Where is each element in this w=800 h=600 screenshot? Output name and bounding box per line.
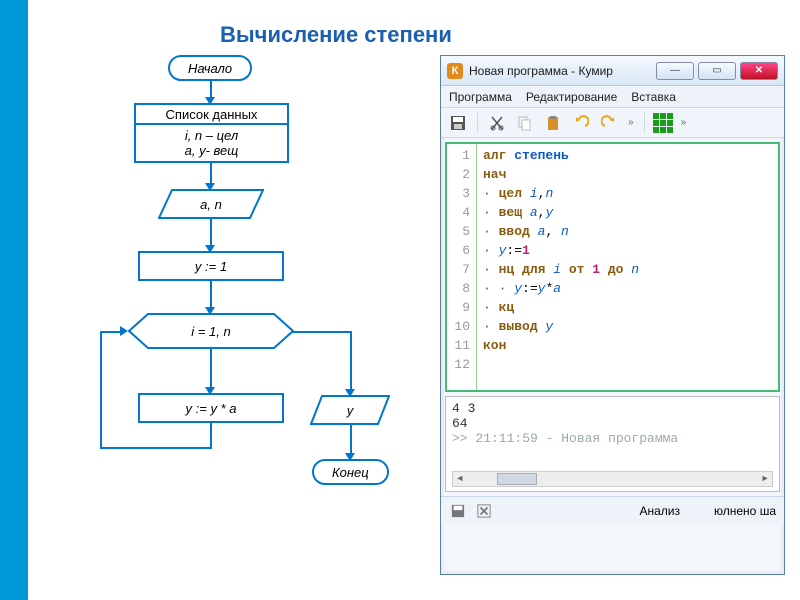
copy-icon[interactable] — [514, 112, 536, 134]
scroll-thumb[interactable] — [497, 473, 537, 485]
data-box-header: Список данных — [134, 103, 289, 125]
console-output-line: 64 — [452, 416, 773, 431]
titlebar[interactable]: К Новая программа - Кумир — ▭ ✕ — [441, 56, 784, 86]
page-title: Вычисление степени — [220, 22, 452, 48]
cut-icon[interactable] — [486, 112, 508, 134]
data-box-body: i, n – цел a, y- вещ — [134, 125, 289, 163]
data-line2: a, y- вещ — [185, 143, 239, 158]
code-editor[interactable]: 123456789101112 алг степеньнач· цел i,n·… — [445, 142, 780, 392]
paste-icon[interactable] — [542, 112, 564, 134]
terminal-start-label: Начало — [188, 61, 232, 76]
console-prompt-line: >> 21:11:59 - Новая программа — [452, 431, 773, 446]
loop-header-label: i = 1, n — [191, 324, 230, 339]
toolbar-overflow-2[interactable]: » — [679, 117, 689, 128]
status-analysis[interactable]: Анализ — [640, 504, 681, 518]
close-button[interactable]: ✕ — [740, 62, 778, 80]
terminal-end: Конец — [312, 459, 389, 485]
code-area[interactable]: алг степеньнач· цел i,n· вещ a,y· ввод a… — [477, 144, 778, 390]
maximize-button[interactable]: ▭ — [698, 62, 736, 80]
menu-edit[interactable]: Редактирование — [526, 90, 617, 104]
toolbar: » » — [441, 108, 784, 138]
flowchart: Начало Список данных i, n – цел a, y- ве… — [60, 55, 390, 595]
slide-accent-bar — [0, 0, 28, 600]
terminal-start: Начало — [168, 55, 252, 81]
process-init-label: y := 1 — [195, 259, 227, 274]
undo-icon[interactable] — [570, 112, 592, 134]
console-input-line: 4 3 — [452, 401, 773, 416]
output-console[interactable]: 4 3 64 >> 21:11:59 - Новая программа ◄ ► — [445, 396, 780, 492]
menu-program[interactable]: Программа — [449, 90, 512, 104]
menu-insert[interactable]: Вставка — [631, 90, 676, 104]
io-output-label: y — [347, 403, 354, 418]
status-done: юлнено ша — [714, 504, 776, 518]
kumir-window: К Новая программа - Кумир — ▭ ✕ Программ… — [440, 55, 785, 575]
process-body: y := y * a — [138, 393, 284, 423]
terminal-end-label: Конец — [332, 465, 369, 480]
scroll-right-icon[interactable]: ► — [758, 472, 772, 486]
status-cancel-icon[interactable] — [475, 502, 493, 520]
data-header-label: Список данных — [166, 107, 258, 122]
save-icon[interactable] — [447, 112, 469, 134]
data-line1: i, n – цел — [185, 128, 238, 143]
grid-icon[interactable] — [653, 113, 673, 133]
toolbar-overflow-1[interactable]: » — [626, 117, 636, 128]
statusbar: Анализ юлнено ша — [441, 496, 784, 524]
status-save-icon[interactable] — [449, 502, 467, 520]
horizontal-scrollbar[interactable]: ◄ ► — [452, 471, 773, 487]
scroll-left-icon[interactable]: ◄ — [453, 472, 467, 486]
minimize-button[interactable]: — — [656, 62, 694, 80]
loop-header: i = 1, n — [128, 313, 294, 349]
io-input-label: a, n — [200, 197, 222, 212]
line-gutter: 123456789101112 — [447, 144, 477, 390]
menubar: Программа Редактирование Вставка — [441, 86, 784, 108]
process-init: y := 1 — [138, 251, 284, 281]
window-title: Новая программа - Кумир — [469, 64, 613, 78]
redo-icon[interactable] — [598, 112, 620, 134]
io-input: a, n — [158, 189, 264, 219]
io-output: y — [310, 395, 390, 425]
app-icon: К — [447, 63, 463, 79]
process-body-label: y := y * a — [186, 401, 237, 416]
